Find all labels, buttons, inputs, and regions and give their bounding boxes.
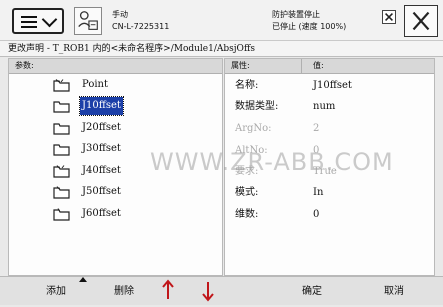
property-value: J10ffset (313, 80, 352, 91)
footer-toolbar: 添加 删除 确定 取消 (0, 276, 443, 305)
tree-item-label: Point (82, 79, 109, 90)
chevron-down-icon (41, 11, 58, 28)
property-value: 0 (313, 209, 320, 220)
tree-item-j1offset[interactable]: J10ffset (53, 96, 213, 116)
tree-item-j5offset[interactable]: J50ffset (53, 183, 213, 201)
tree-item-label: J40ffset (82, 165, 121, 176)
tree-item-j6offset[interactable]: J60ffset (53, 205, 213, 223)
property-row-argno: ArgNo: 2 (225, 118, 434, 140)
close-button[interactable] (404, 5, 438, 37)
tree-item-label: J30ffset (82, 143, 121, 154)
property-row-dimension[interactable]: 维数: 0 (225, 204, 434, 226)
controller-id: CN-L-7225311 (112, 22, 170, 31)
tree-item-j2offset[interactable]: J20ffset (53, 119, 213, 137)
property-value: num (313, 101, 336, 112)
status-bar: 手动 CN-L-7225311 防护装置停止 已停止 (速度 100%) (0, 0, 443, 41)
folder-icon (53, 100, 70, 113)
tree-item-j4offset[interactable]: J40ffset (53, 162, 213, 180)
cancel-button[interactable]: 取消 (374, 277, 414, 305)
parameters-header: 参数: (9, 59, 222, 74)
folder-icon (53, 208, 70, 221)
property-name: 数据类型: (235, 101, 279, 112)
column-divider (301, 59, 302, 73)
tree-item-label: J50ffset (82, 186, 121, 197)
controller-info: 手动 CN-L-7225311 (112, 9, 169, 33)
property-row-mode[interactable]: 模式: In (225, 182, 434, 204)
breadcrumb: 更改声明 - T_ROB1 内的<未命名程序>/Module1/AbsjOffs (0, 41, 443, 57)
state-label: 已停止 (速度 100%) (272, 22, 347, 31)
caret-up-icon (79, 277, 87, 282)
main-menu-button[interactable] (12, 8, 64, 34)
property-name: AltNo: (235, 145, 268, 156)
delete-button[interactable]: 删除 (104, 277, 144, 305)
controller-state: 防护装置停止 已停止 (速度 100%) (272, 9, 346, 33)
folder-icon (53, 122, 70, 135)
property-name: 要求: (235, 166, 259, 177)
property-value: In (313, 187, 324, 198)
folder-icon (53, 143, 70, 156)
property-column-header: 属性: (231, 61, 250, 70)
hamburger-icon (21, 16, 37, 28)
property-row-name[interactable]: 名称: J10ffset (225, 75, 434, 97)
property-value: 2 (313, 123, 320, 134)
property-row-altno: AltNo: 0 (225, 140, 434, 162)
tree-item-j3offset[interactable]: J30ffset (53, 140, 213, 158)
tree-item-label: J60ffset (82, 208, 121, 219)
property-name: 名称: (235, 80, 259, 91)
folder-icon (53, 79, 70, 92)
property-row-datatype[interactable]: 数据类型: num (225, 96, 434, 118)
window-minimize-button[interactable] (382, 10, 396, 24)
guard-stop-label: 防护装置停止 (272, 10, 320, 19)
add-button[interactable]: 添加 (36, 277, 76, 305)
tree-item-label: J20ffset (82, 122, 121, 133)
ok-button[interactable]: 确定 (292, 277, 332, 305)
robot-status-icon[interactable] (74, 7, 102, 35)
mode-label: 手动 (112, 10, 128, 19)
move-up-button[interactable] (158, 277, 178, 305)
property-row-required: 要求: True (225, 161, 434, 183)
properties-header: 属性: 值: (225, 59, 434, 74)
folder-icon (53, 165, 70, 178)
folder-icon (53, 186, 70, 199)
property-value: 0 (313, 145, 320, 156)
property-name: ArgNo: (235, 123, 272, 134)
value-column-header: 值: (313, 61, 324, 70)
property-value: True (313, 166, 337, 177)
tree-item-point[interactable]: Point (53, 76, 213, 94)
parameters-header-label: 参数: (15, 61, 34, 70)
move-down-button[interactable] (198, 277, 218, 305)
property-name: 模式: (235, 187, 259, 198)
property-name: 维数: (235, 209, 259, 220)
properties-panel: 属性: 值: 名称: J10ffset 数据类型: num ArgNo: 2 A… (224, 58, 435, 276)
tree-item-label: J10ffset (79, 96, 124, 116)
parameters-panel: 参数: Point J10ffset J20ffset J30ffset J40… (8, 58, 223, 276)
